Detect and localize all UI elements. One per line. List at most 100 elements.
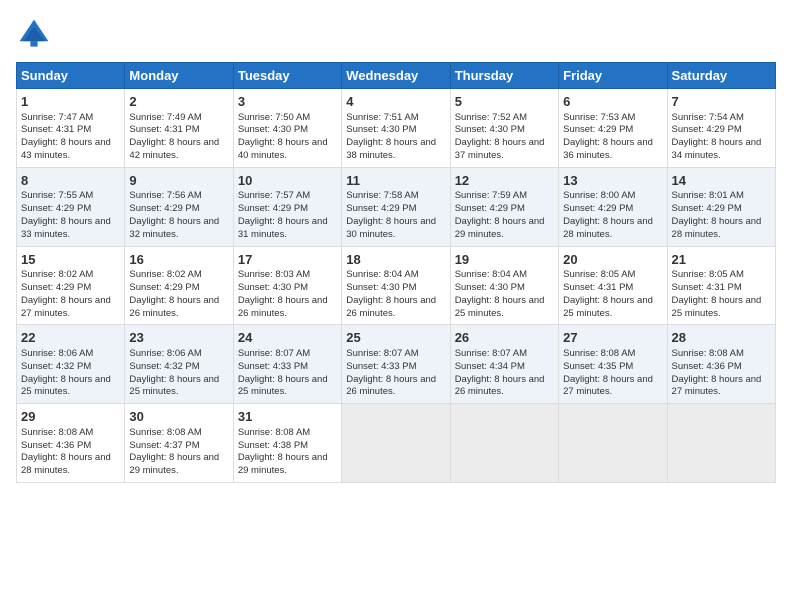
sunrise: Sunrise: 8:03 AM <box>238 269 310 280</box>
calendar-cell: 24Sunrise: 8:07 AMSunset: 4:33 PMDayligh… <box>233 325 341 404</box>
calendar-cell <box>559 404 667 483</box>
sunset: Sunset: 4:31 PM <box>21 124 91 135</box>
sunrise: Sunrise: 8:07 AM <box>455 348 527 359</box>
calendar-cell: 11Sunrise: 7:58 AMSunset: 4:29 PMDayligh… <box>342 167 450 246</box>
sunrise: Sunrise: 7:52 AM <box>455 112 527 123</box>
sunset: Sunset: 4:30 PM <box>238 282 308 293</box>
calendar-cell: 19Sunrise: 8:04 AMSunset: 4:30 PMDayligh… <box>450 246 558 325</box>
daylight: Daylight: 8 hours and 26 minutes. <box>238 295 328 319</box>
daylight: Daylight: 8 hours and 42 minutes. <box>129 137 219 161</box>
daylight: Daylight: 8 hours and 29 minutes. <box>238 452 328 476</box>
sunrise: Sunrise: 8:02 AM <box>129 269 201 280</box>
day-number: 7 <box>672 93 771 111</box>
sunrise: Sunrise: 7:54 AM <box>672 112 744 123</box>
sunset: Sunset: 4:30 PM <box>455 124 525 135</box>
sunset: Sunset: 4:31 PM <box>672 282 742 293</box>
day-number: 25 <box>346 329 445 347</box>
week-row-4: 22Sunrise: 8:06 AMSunset: 4:32 PMDayligh… <box>17 325 776 404</box>
calendar-cell: 22Sunrise: 8:06 AMSunset: 4:32 PMDayligh… <box>17 325 125 404</box>
day-number: 13 <box>563 172 662 190</box>
calendar-cell: 17Sunrise: 8:03 AMSunset: 4:30 PMDayligh… <box>233 246 341 325</box>
daylight: Daylight: 8 hours and 26 minutes. <box>455 374 545 398</box>
sunrise: Sunrise: 8:08 AM <box>238 427 310 438</box>
calendar-cell: 1Sunrise: 7:47 AMSunset: 4:31 PMDaylight… <box>17 89 125 168</box>
week-row-3: 15 Sunrise: 8:02 AM Sunset: 4:29 PM Dayligh… <box>17 246 776 325</box>
daylight: Daylight: 8 hours and 40 minutes. <box>238 137 328 161</box>
day-number: 18 <box>346 251 445 269</box>
day-number: 29 <box>21 408 120 426</box>
sunset: Sunset: 4:29 PM <box>21 282 91 293</box>
sunrise: Sunrise: 7:55 AM <box>21 190 93 201</box>
sunrise: Sunrise: 8:08 AM <box>563 348 635 359</box>
sunset: Sunset: 4:34 PM <box>455 361 525 372</box>
calendar-cell: 16Sunrise: 8:02 AMSunset: 4:29 PMDayligh… <box>125 246 233 325</box>
calendar-cell: 10Sunrise: 7:57 AMSunset: 4:29 PMDayligh… <box>233 167 341 246</box>
daylight: Daylight: 8 hours and 43 minutes. <box>21 137 111 161</box>
day-number: 15 <box>21 251 120 269</box>
sunrise: Sunrise: 7:59 AM <box>455 190 527 201</box>
day-number: 12 <box>455 172 554 190</box>
calendar-cell: 18Sunrise: 8:04 AMSunset: 4:30 PMDayligh… <box>342 246 450 325</box>
daylight: Daylight: 8 hours and 26 minutes. <box>346 374 436 398</box>
day-number: 5 <box>455 93 554 111</box>
week-row-1: 1Sunrise: 7:47 AMSunset: 4:31 PMDaylight… <box>17 89 776 168</box>
sunrise: Sunrise: 8:00 AM <box>563 190 635 201</box>
sunset: Sunset: 4:29 PM <box>21 203 91 214</box>
calendar-cell: 20Sunrise: 8:05 AMSunset: 4:31 PMDayligh… <box>559 246 667 325</box>
daylight: Daylight: 8 hours and 25 minutes. <box>238 374 328 398</box>
day-number: 20 <box>563 251 662 269</box>
calendar-cell: 13Sunrise: 8:00 AMSunset: 4:29 PMDayligh… <box>559 167 667 246</box>
sunset: Sunset: 4:36 PM <box>21 440 91 451</box>
calendar-cell: 28Sunrise: 8:08 AMSunset: 4:36 PMDayligh… <box>667 325 775 404</box>
day-number: 23 <box>129 329 228 347</box>
daylight: Daylight: 8 hours and 36 minutes. <box>563 137 653 161</box>
calendar-cell: 21Sunrise: 8:05 AMSunset: 4:31 PMDayligh… <box>667 246 775 325</box>
day-number: 21 <box>672 251 771 269</box>
sunset: Sunset: 4:30 PM <box>455 282 525 293</box>
day-number: 3 <box>238 93 337 111</box>
col-header-tuesday: Tuesday <box>233 63 341 89</box>
day-number: 28 <box>672 329 771 347</box>
col-header-sunday: Sunday <box>17 63 125 89</box>
logo <box>16 16 56 52</box>
logo-icon <box>16 16 52 52</box>
daylight: Daylight: 8 hours and 38 minutes. <box>346 137 436 161</box>
col-header-thursday: Thursday <box>450 63 558 89</box>
daylight: Daylight: 8 hours and 26 minutes. <box>129 295 219 319</box>
sunset: Sunset: 4:29 PM <box>563 124 633 135</box>
daylight: Daylight: 8 hours and 26 minutes. <box>346 295 436 319</box>
daylight: Daylight: 8 hours and 25 minutes. <box>672 295 762 319</box>
calendar-cell: 3Sunrise: 7:50 AMSunset: 4:30 PMDaylight… <box>233 89 341 168</box>
calendar-cell: 30Sunrise: 8:08 AMSunset: 4:37 PMDayligh… <box>125 404 233 483</box>
sunset: Sunset: 4:38 PM <box>238 440 308 451</box>
sunset: Sunset: 4:32 PM <box>21 361 91 372</box>
sunrise: Sunrise: 8:06 AM <box>21 348 93 359</box>
sunset: Sunset: 4:29 PM <box>346 203 416 214</box>
sunrise: Sunrise: 7:50 AM <box>238 112 310 123</box>
day-number: 14 <box>672 172 771 190</box>
sunset: Sunset: 4:30 PM <box>346 124 416 135</box>
sunrise: Sunrise: 7:57 AM <box>238 190 310 201</box>
sunset: Sunset: 4:29 PM <box>238 203 308 214</box>
week-row-2: 8Sunrise: 7:55 AMSunset: 4:29 PMDaylight… <box>17 167 776 246</box>
calendar-cell: 29Sunrise: 8:08 AMSunset: 4:36 PMDayligh… <box>17 404 125 483</box>
daylight: Daylight: 8 hours and 29 minutes. <box>455 216 545 240</box>
sunrise: Sunrise: 7:49 AM <box>129 112 201 123</box>
daylight: Daylight: 8 hours and 27 minutes. <box>563 374 653 398</box>
sunset: Sunset: 4:31 PM <box>563 282 633 293</box>
calendar-cell: 25Sunrise: 8:07 AMSunset: 4:33 PMDayligh… <box>342 325 450 404</box>
calendar-cell: 9Sunrise: 7:56 AMSunset: 4:29 PMDaylight… <box>125 167 233 246</box>
sunset: Sunset: 4:35 PM <box>563 361 633 372</box>
day-number: 2 <box>129 93 228 111</box>
sunset: Sunset: 4:36 PM <box>672 361 742 372</box>
sunrise: Sunrise: 8:01 AM <box>672 190 744 201</box>
day-number: 30 <box>129 408 228 426</box>
sunset: Sunset: 4:37 PM <box>129 440 199 451</box>
sunset: Sunset: 4:29 PM <box>455 203 525 214</box>
sunrise: Sunrise: 8:07 AM <box>238 348 310 359</box>
daylight: Daylight: 8 hours and 25 minutes. <box>21 374 111 398</box>
daylight: Daylight: 8 hours and 28 minutes. <box>21 452 111 476</box>
day-number: 27 <box>563 329 662 347</box>
sunrise: Sunrise: 7:53 AM <box>563 112 635 123</box>
daylight: Daylight: 8 hours and 30 minutes. <box>346 216 436 240</box>
